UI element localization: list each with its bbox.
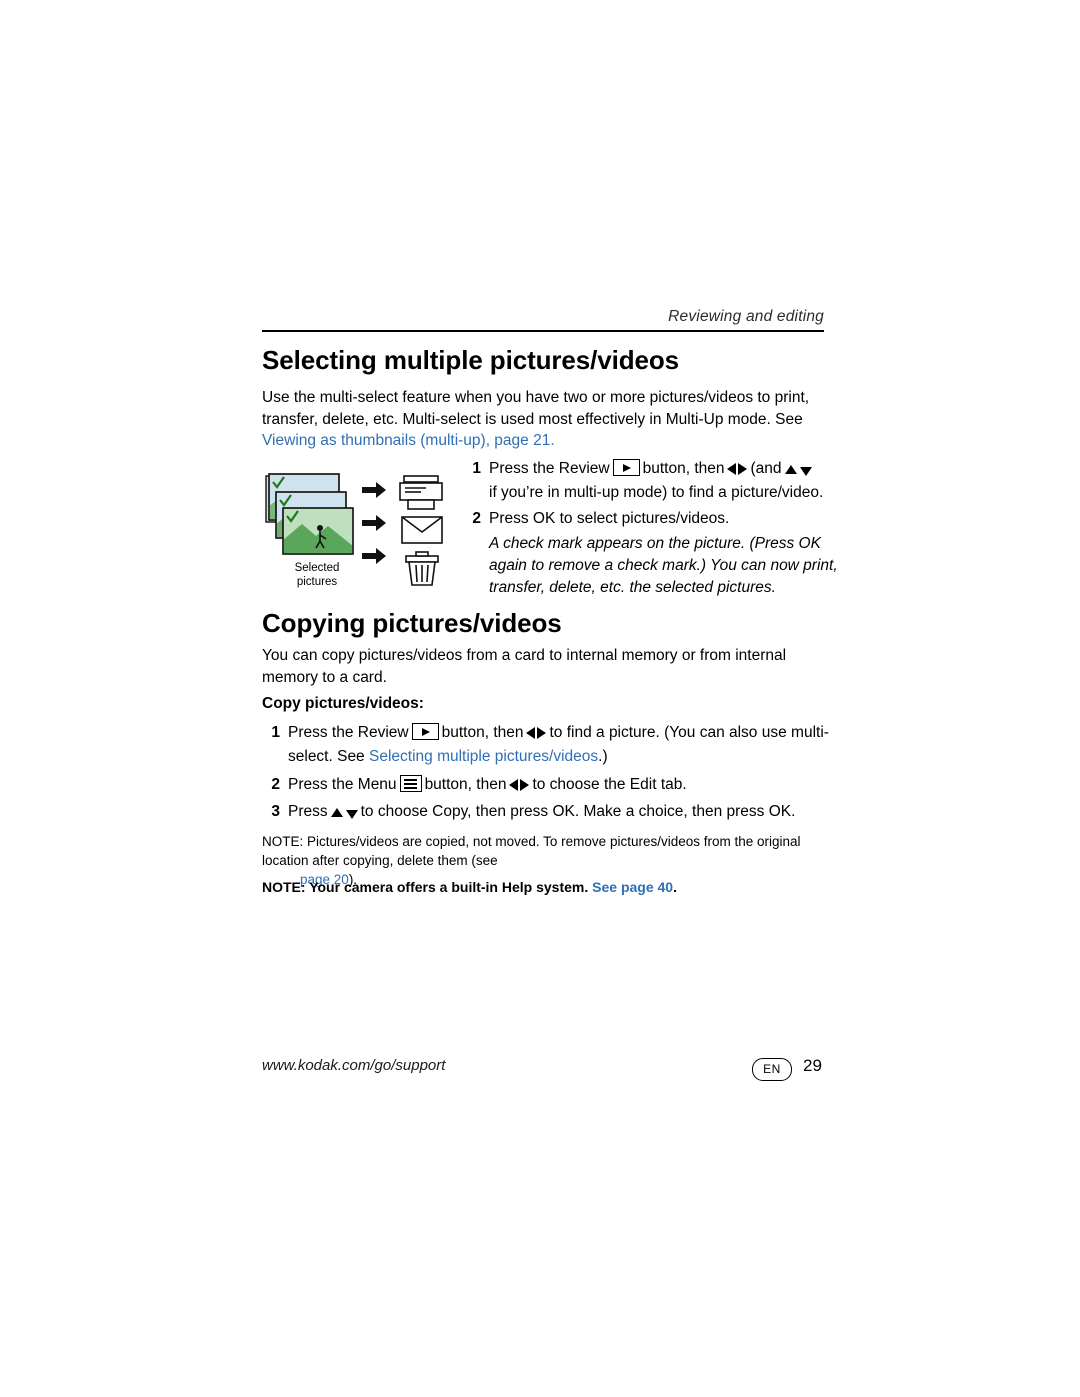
step-text-tail: if you’re in multi-up mode) to find a pi… [489,484,824,501]
step-number: 1 [472,460,481,477]
left-right-arrow-icon [509,776,530,798]
step-text-tail: to choose the Edit tab. [532,776,687,793]
review-button-icon [612,459,640,476]
up-down-arrow-icon [330,803,358,825]
note-body: Your camera offers a built-in Help syste… [309,879,589,895]
note-tail: . [673,879,677,895]
step-text: Press the Review button, then to find a pi… [288,722,837,768]
step-text-mid: (and [750,460,782,477]
note-help-system: NOTE: Your camera offers a built-in Help… [262,878,837,897]
step-text-after: button, then [424,776,507,793]
step-text: Press to choose Copy, then press OK. Make… [288,801,837,825]
step-text-after: button, then [441,724,524,741]
left-right-arrow-icon [727,460,748,482]
link-viewing-thumbnails-page[interactable]: 21 [533,432,550,449]
section-heading-copying: Copying pictures/videos [262,608,562,638]
review-button-icon [411,723,439,740]
step-number: 1 [271,724,280,741]
document-page: Reviewing and editing Selecting multiple… [0,0,1080,1397]
step-text-tail2: .) [598,748,608,765]
step-text: Press OK to select pictures/videos. [489,510,730,527]
step-text: Press the Menu button, then to choose the … [288,774,837,798]
footer-url[interactable]: www.kodak.com/go/support [262,1057,445,1074]
step-text-tail: to choose Copy, then press OK. Make a ch… [360,803,796,820]
selecting-italic-note: A check mark appears on the picture. (Pr… [489,535,838,596]
note-body: Pictures/videos are copied, not moved. T… [262,834,801,868]
step-number: 2 [271,776,280,793]
step-text-before: Press the Review [288,724,409,741]
header-divider [262,330,824,332]
step-number: 2 [472,510,481,527]
copy-pictures-subheading: Copy pictures/videos: [262,695,424,712]
left-right-arrow-icon [526,724,547,746]
selecting-step-2: 2 Press OK to select pictures/videos. [463,508,843,530]
menu-button-icon [399,775,422,792]
illustration-caption: Selected pictures [294,562,340,588]
step-text-before: Press [288,803,328,820]
copying-step-3: 3 Press to choose Copy, then press OK. Ma… [262,801,837,825]
step-number: 3 [271,803,280,820]
note-label: NOTE: [262,879,306,895]
step-text-before: Press the Menu [288,776,397,793]
step-text-after: button, then [642,460,725,477]
link-period: . [550,432,555,449]
link-see-page-40[interactable]: See page 40 [592,879,673,895]
copying-step-1: 1 Press the Review button, then to find a … [262,722,837,768]
selecting-intro-link-line: Viewing as thumbnails (multi-up), page 2… [262,430,832,452]
section-heading-selecting: Selecting multiple pictures/videos [262,345,680,375]
link-viewing-thumbnails[interactable]: Viewing as thumbnails (multi-up), page [262,432,529,449]
copying-step-2: 2 Press the Menu button, then to choose th… [262,774,837,798]
selecting-intro-paragraph: Use the multi-select feature when you ha… [262,389,810,428]
footer-language-badge: EN [752,1058,792,1081]
link-selecting-multiple[interactable]: Selecting multiple pictures/videos [369,748,598,765]
up-down-arrow-icon [784,460,812,482]
step-text-before: Press the Review [489,460,610,477]
selecting-step-1: 1 Press the Review button, then (and if yo… [463,458,843,504]
footer-page-number: 29 [803,1056,822,1075]
page-header-title: Reviewing and editing [668,308,824,325]
step-text: Press the Review button, then (and if you’… [489,458,843,504]
note-label: NOTE: [262,834,304,849]
copying-intro-paragraph: You can copy pictures/videos from a card… [262,647,787,686]
